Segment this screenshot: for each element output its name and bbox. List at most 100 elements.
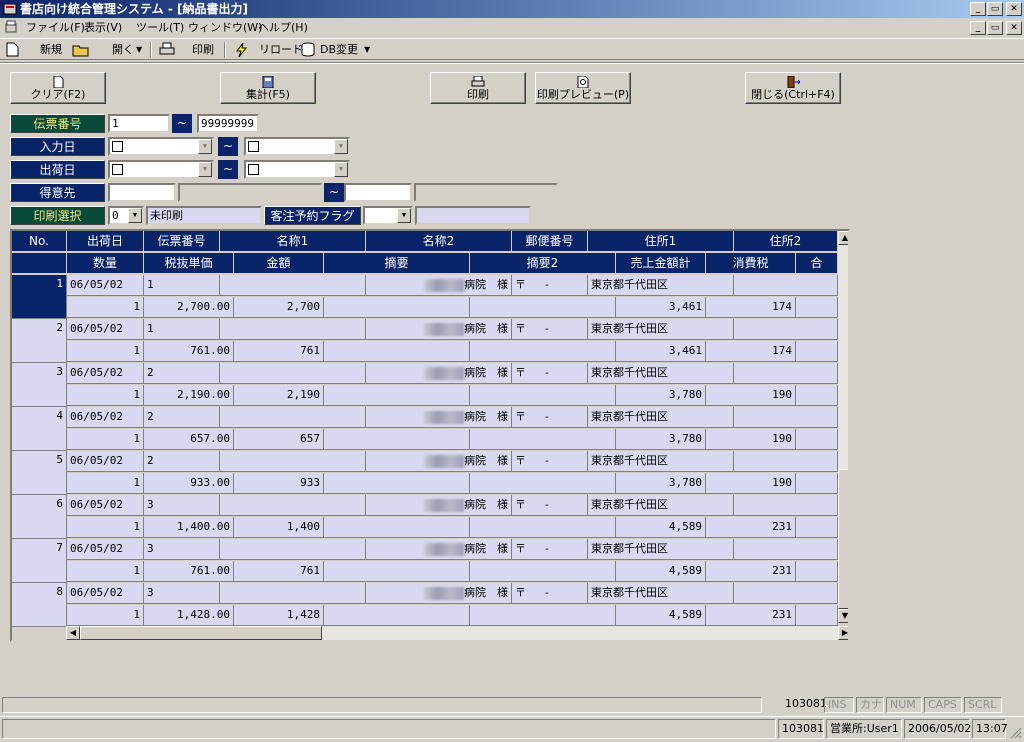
cell-empty[interactable] xyxy=(734,495,838,516)
customer-from-code[interactable] xyxy=(108,183,176,202)
menu-tools[interactable]: ツール(T) xyxy=(136,18,184,37)
cell-empty[interactable] xyxy=(220,495,366,516)
cell-addr[interactable]: 東京都千代田区 xyxy=(588,407,734,428)
cell-empty[interactable] xyxy=(734,319,838,340)
ship-date-from-checkbox[interactable] xyxy=(112,164,123,175)
cell-empty[interactable] xyxy=(470,517,616,538)
scroll-thumb[interactable] xyxy=(838,469,848,609)
cell-tax[interactable]: 231 xyxy=(706,517,796,538)
cell-qty[interactable]: 1 xyxy=(67,517,144,538)
close-button[interactable]: ✕ xyxy=(1006,2,1022,16)
horizontal-scroll-thumb[interactable] xyxy=(80,626,322,640)
scroll-right-icon[interactable]: ▶ xyxy=(838,626,848,640)
cell-empty[interactable] xyxy=(220,583,366,604)
cell-empty[interactable] xyxy=(734,583,838,604)
db-dropdown-icon[interactable]: ▼ xyxy=(364,41,370,59)
cell-slip[interactable]: 3 xyxy=(144,583,220,604)
print-selection-select[interactable]: 0 ▼ xyxy=(108,206,144,225)
dropdown-arrow-icon[interactable]: ▼ xyxy=(198,162,212,177)
cell-addr[interactable]: 東京都千代田区 xyxy=(588,451,734,472)
open-folder-icon[interactable] xyxy=(72,42,90,57)
slip-to-input[interactable]: 99999999 xyxy=(197,114,259,133)
document-menu-icon[interactable] xyxy=(4,20,18,34)
cell-name2[interactable]: 病院 様 xyxy=(366,407,512,428)
cell-slip[interactable]: 1 xyxy=(144,275,220,296)
child-close-button[interactable]: ✕ xyxy=(1006,21,1022,35)
menu-help[interactable]: ヘルプ(H) xyxy=(258,18,308,37)
cell-empty[interactable] xyxy=(796,341,838,362)
cell-empty[interactable] xyxy=(470,473,616,494)
cell-empty[interactable] xyxy=(470,605,616,626)
cell-tax[interactable]: 174 xyxy=(706,297,796,318)
dropdown-arrow-icon[interactable]: ▼ xyxy=(128,208,142,223)
dropdown-arrow-icon[interactable]: ▼ xyxy=(334,162,348,177)
cell-date[interactable]: 06/05/02 xyxy=(67,363,144,384)
customer-to-code[interactable] xyxy=(344,183,412,202)
cell-price[interactable]: 933.00 xyxy=(144,473,234,494)
cell-qty[interactable]: 1 xyxy=(67,341,144,362)
cell-date[interactable]: 06/05/02 xyxy=(67,583,144,604)
cell-empty[interactable] xyxy=(220,319,366,340)
cell-tax[interactable]: 190 xyxy=(706,473,796,494)
cell-total[interactable]: 3,780 xyxy=(616,473,706,494)
dropdown-arrow-icon[interactable]: ▼ xyxy=(397,208,411,223)
cell-qty[interactable]: 1 xyxy=(67,385,144,406)
cell-total[interactable]: 4,589 xyxy=(616,561,706,582)
cell-empty[interactable] xyxy=(220,407,366,428)
minimize-button[interactable]: _ xyxy=(970,2,986,16)
clear-button[interactable]: クリア(F2) xyxy=(10,72,106,104)
cell-amount[interactable]: 933 xyxy=(234,473,324,494)
cell-tax[interactable]: 174 xyxy=(706,341,796,362)
cell-empty[interactable] xyxy=(734,451,838,472)
cell-zip[interactable]: 〒 - xyxy=(512,407,588,428)
cell-name2[interactable]: 病院 様 xyxy=(366,495,512,516)
delivery-grid[interactable]: No. 出荷日 伝票番号 名称1 名称2 郵便番号 住所1 住所2 数量 税抜単価 金額 摘要 摘要2 売… xyxy=(10,229,850,642)
cell-empty[interactable] xyxy=(734,363,838,384)
input-date-to[interactable]: ▼ xyxy=(244,137,350,156)
row-number-cell[interactable]: 5 xyxy=(12,451,67,495)
cell-empty[interactable] xyxy=(324,429,470,450)
cell-addr[interactable]: 東京都千代田区 xyxy=(588,495,734,516)
cell-empty[interactable] xyxy=(470,341,616,362)
cell-empty[interactable] xyxy=(796,605,838,626)
cell-empty[interactable] xyxy=(734,275,838,296)
cell-empty[interactable] xyxy=(324,341,470,362)
cell-empty[interactable] xyxy=(220,275,366,296)
cell-empty[interactable] xyxy=(324,517,470,538)
row-number-cell[interactable]: 3 xyxy=(12,363,67,407)
input-date-from-checkbox[interactable] xyxy=(112,141,123,152)
cell-addr[interactable]: 東京都千代田区 xyxy=(588,539,734,560)
row-number-cell[interactable]: 6 xyxy=(12,495,67,539)
cell-total[interactable]: 4,589 xyxy=(616,605,706,626)
print-button[interactable]: 印刷 xyxy=(430,72,526,104)
open-dropdown-icon[interactable]: ▼ xyxy=(136,41,142,59)
cell-empty[interactable] xyxy=(470,561,616,582)
cell-empty[interactable] xyxy=(324,561,470,582)
cell-date[interactable]: 06/05/02 xyxy=(67,451,144,472)
cell-amount[interactable]: 761 xyxy=(234,341,324,362)
cell-addr[interactable]: 東京都千代田区 xyxy=(588,319,734,340)
cell-total[interactable]: 3,461 xyxy=(616,297,706,318)
cell-qty[interactable]: 1 xyxy=(67,473,144,494)
ship-date-from[interactable]: ▼ xyxy=(108,160,214,179)
cell-name2[interactable]: 病院 様 xyxy=(366,583,512,604)
cell-empty[interactable] xyxy=(470,385,616,406)
toolbar-new[interactable]: 新規 xyxy=(40,41,62,59)
cell-name2[interactable]: 病院 様 xyxy=(366,363,512,384)
cell-amount[interactable]: 2,700 xyxy=(234,297,324,318)
cell-qty[interactable]: 1 xyxy=(67,605,144,626)
cell-total[interactable]: 3,780 xyxy=(616,429,706,450)
cell-total[interactable]: 4,589 xyxy=(616,517,706,538)
cell-empty[interactable] xyxy=(470,429,616,450)
cell-slip[interactable]: 3 xyxy=(144,495,220,516)
cell-empty[interactable] xyxy=(734,539,838,560)
cell-tax[interactable]: 231 xyxy=(706,561,796,582)
cell-price[interactable]: 1,428.00 xyxy=(144,605,234,626)
row-number-cell[interactable]: 2 xyxy=(12,319,67,363)
vertical-scrollbar[interactable]: ▲ ▼ xyxy=(838,231,848,623)
cell-qty[interactable]: 1 xyxy=(67,429,144,450)
toolbar-open[interactable]: 開く xyxy=(112,41,134,59)
cell-zip[interactable]: 〒 - xyxy=(512,495,588,516)
cell-date[interactable]: 06/05/02 xyxy=(67,319,144,340)
cell-amount[interactable]: 657 xyxy=(234,429,324,450)
